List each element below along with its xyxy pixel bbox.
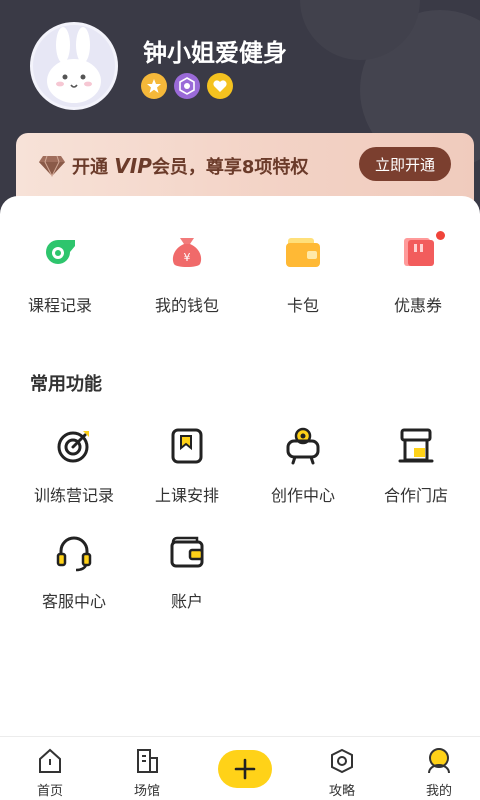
function-creator-center[interactable]: 创作中心 bbox=[243, 426, 363, 516]
function-account[interactable]: 账户 bbox=[127, 532, 247, 622]
username: 钟小姐爱健身 bbox=[143, 39, 287, 67]
profile-icon bbox=[428, 748, 450, 774]
diamond-icon bbox=[38, 154, 66, 182]
star-badge-icon[interactable] bbox=[141, 73, 167, 99]
quick-item-label: 我的钱包 bbox=[154, 296, 219, 315]
camera-icon bbox=[286, 427, 320, 465]
level-badge-icon[interactable] bbox=[174, 73, 200, 99]
function-label: 账户 bbox=[170, 592, 203, 611]
notification-dot bbox=[436, 231, 445, 240]
vip-word: VIP bbox=[114, 154, 152, 178]
function-customer-service[interactable]: 客服中心 bbox=[14, 532, 134, 622]
quick-item-course-records[interactable]: 课程记录 bbox=[0, 230, 120, 330]
svg-text:¥: ¥ bbox=[184, 251, 191, 264]
vip-prefix: 开通 bbox=[72, 157, 108, 178]
vip-banner[interactable]: 开通 VIP会员，尊享8项特权 立即开通 bbox=[16, 133, 474, 203]
whistle-icon bbox=[46, 240, 75, 264]
tab-label: 场馆 bbox=[133, 784, 160, 799]
quick-item-label: 课程记录 bbox=[27, 296, 92, 315]
badge-row[interactable] bbox=[141, 73, 233, 99]
function-label: 训练营记录 bbox=[33, 486, 114, 505]
tab-venues[interactable]: 场馆 bbox=[99, 737, 195, 800]
wallet-icon bbox=[170, 536, 204, 568]
function-label: 客服中心 bbox=[41, 592, 106, 611]
add-button[interactable] bbox=[218, 750, 272, 788]
plus-icon bbox=[234, 758, 256, 780]
function-class-schedule[interactable]: 上课安排 bbox=[127, 426, 247, 516]
quick-item-wallet[interactable]: ¥ 我的钱包 bbox=[127, 230, 247, 330]
coupon-icon bbox=[404, 238, 434, 266]
guide-icon bbox=[331, 748, 353, 774]
home-icon bbox=[39, 748, 61, 773]
bottom-tab-bar: 首页 场馆 攻略 我的 bbox=[0, 736, 480, 800]
headset-icon bbox=[56, 536, 92, 572]
function-label: 创作中心 bbox=[270, 486, 335, 505]
quick-item-label: 卡包 bbox=[286, 296, 319, 315]
heart-badge-icon[interactable] bbox=[207, 73, 233, 99]
bunny-avatar-icon bbox=[47, 27, 101, 103]
avatar[interactable] bbox=[30, 22, 118, 110]
money-bag-icon: ¥ bbox=[172, 238, 202, 267]
open-vip-button[interactable]: 立即开通 bbox=[359, 147, 451, 181]
function-label: 合作门店 bbox=[383, 486, 448, 505]
quick-item-card-pack[interactable]: 卡包 bbox=[243, 230, 363, 330]
tab-home[interactable]: 首页 bbox=[2, 737, 98, 800]
schedule-icon bbox=[171, 428, 203, 464]
quick-access-row: 课程记录 ¥ 我的钱包 卡包 优惠券 bbox=[0, 230, 480, 330]
tab-label: 攻略 bbox=[328, 784, 355, 799]
card-wallet-icon bbox=[286, 238, 320, 267]
function-label: 上课安排 bbox=[154, 486, 219, 505]
function-partner-stores[interactable]: 合作门店 bbox=[356, 426, 476, 516]
vip-suffix: 会员，尊享8项特权 bbox=[151, 157, 309, 178]
section-title: 常用功能 bbox=[30, 374, 102, 395]
function-training-camp[interactable]: 训练营记录 bbox=[14, 426, 134, 516]
quick-item-label: 优惠券 bbox=[393, 296, 442, 315]
quick-item-coupons[interactable]: 优惠券 bbox=[358, 230, 478, 330]
vip-promo-text: 开通 VIP会员，尊享8项特权 bbox=[72, 153, 308, 179]
building-icon bbox=[137, 749, 158, 773]
tab-label: 首页 bbox=[36, 784, 63, 799]
tab-label: 我的 bbox=[425, 784, 452, 799]
store-icon bbox=[398, 428, 434, 463]
target-icon bbox=[57, 431, 89, 463]
tab-guide[interactable]: 攻略 bbox=[294, 737, 390, 800]
tab-mine[interactable]: 我的 bbox=[391, 737, 480, 800]
